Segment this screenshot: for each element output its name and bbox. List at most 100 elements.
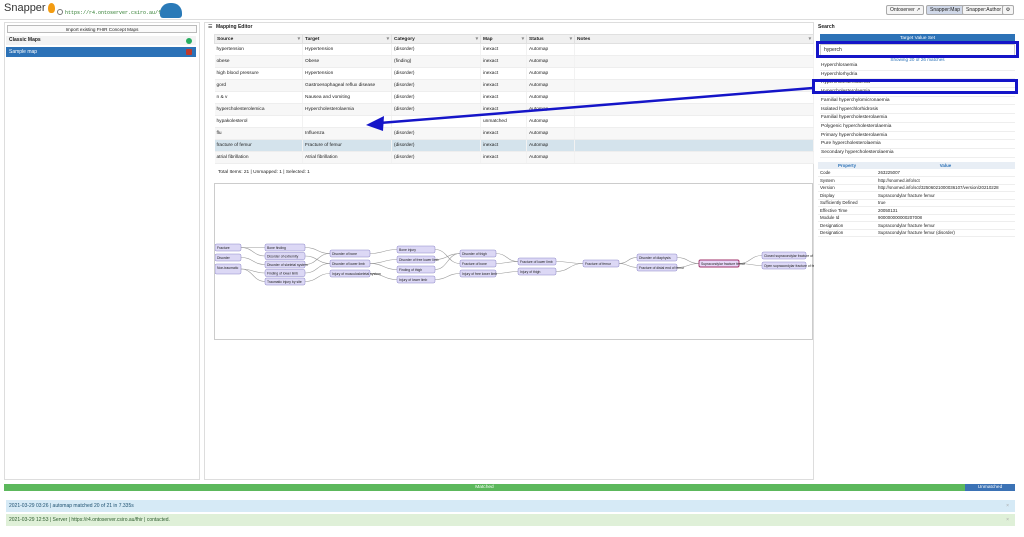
snapper-map-button[interactable]: Snapper:Map <box>926 5 965 15</box>
cell-source[interactable]: obese <box>214 55 303 68</box>
server-url[interactable]: https://r4.ontoserver.csiro.au/fhir <box>65 10 170 16</box>
cell-status[interactable]: Automap <box>526 67 575 80</box>
cell-map[interactable]: inexact <box>480 139 527 152</box>
cell-source[interactable]: gord <box>214 79 303 92</box>
graph-node[interactable]: Injury of musculoskeletal system <box>329 269 381 278</box>
cell-status[interactable]: Automap <box>526 139 575 152</box>
search-result-item[interactable]: Primary hypercholesterolaemia <box>820 132 1015 141</box>
graph-node[interactable]: Fracture of femur <box>582 259 620 268</box>
graph-node[interactable]: Closed supracondylar fracture of femur <box>761 251 823 260</box>
cell-notes[interactable] <box>574 43 814 56</box>
graph-node[interactable]: Fracture of bone <box>459 259 497 268</box>
menu-icon[interactable]: ☰ <box>208 24 212 30</box>
column-menu-icon[interactable]: ▾ <box>522 37 524 42</box>
cell-target[interactable]: Fracture of femur <box>302 139 392 152</box>
column-menu-icon[interactable]: ▾ <box>570 37 572 42</box>
graph-node[interactable]: Traumatic injury by site <box>264 277 306 286</box>
graph-node[interactable]: Disorder of skeletal system <box>264 260 308 269</box>
cell-map[interactable]: inexact <box>480 43 527 56</box>
import-fhir-maps-button[interactable]: Import existing FHIR Concept Maps <box>7 25 197 33</box>
graph-node[interactable]: Fracture <box>214 243 242 252</box>
graph-node[interactable]: Finding of lower limb <box>264 269 306 277</box>
graph-node[interactable]: Bone finding <box>264 243 306 252</box>
delete-map-icon[interactable] <box>186 49 192 55</box>
cell-source[interactable]: hypercholesterolemica <box>214 103 303 116</box>
cell-map[interactable]: inexact <box>480 151 527 164</box>
col-map[interactable]: Map ▾ <box>480 34 527 44</box>
search-result-item[interactable]: Hyperchloraemia <box>820 62 1015 71</box>
column-menu-icon[interactable]: ▾ <box>387 37 389 42</box>
ontoserver-button[interactable]: Ontoserver ↗ <box>886 5 925 15</box>
search-result-item[interactable]: Pure hypercholesterolaemia <box>820 140 1015 149</box>
search-result-item[interactable]: Secondary hypercholesterolaemia <box>820 149 1015 158</box>
cell-source[interactable]: fracture of femur <box>214 139 303 152</box>
table-row[interactable]: obese Obese (finding) inexact Automap <box>214 55 814 68</box>
cell-source[interactable]: n & v <box>214 91 303 104</box>
search-result-item[interactable]: Familial hyperchylomicronaemia <box>820 97 1015 106</box>
table-row[interactable]: atrial fibrillation Atrial fibrillation (d… <box>214 151 814 164</box>
search-result-item[interactable]: Polygenic hypercholesterolaemia <box>820 123 1015 132</box>
settings-gear-icon[interactable]: ⚙ <box>1002 5 1014 15</box>
cell-notes[interactable] <box>574 139 814 152</box>
search-result-item[interactable]: Familial hypercholesterolaemia <box>820 114 1015 123</box>
table-row[interactable]: fracture of femur Fracture of femur (disor… <box>214 139 814 152</box>
graph-node[interactable]: Disorder of free lower limb <box>396 255 439 264</box>
graph-node[interactable]: Open supracondylar fracture of femur <box>761 261 821 270</box>
graph-node[interactable]: Disorder of thigh <box>459 249 497 258</box>
close-icon[interactable]: × <box>1006 500 1009 512</box>
cell-category[interactable]: (finding) <box>391 55 481 68</box>
add-map-icon[interactable] <box>186 38 192 44</box>
col-source[interactable]: Source ▾ <box>214 34 303 44</box>
cell-category[interactable]: (disorder) <box>391 151 481 164</box>
cell-notes[interactable] <box>574 55 814 68</box>
cell-status[interactable]: Automap <box>526 55 575 68</box>
cell-map[interactable]: inexact <box>480 67 527 80</box>
cell-category[interactable]: (disorder) <box>391 139 481 152</box>
graph-node[interactable]: Injury of lower limb <box>396 275 436 284</box>
cell-source[interactable]: hypakolesterol <box>214 115 303 128</box>
cell-target[interactable]: Hypertension <box>302 43 392 56</box>
cell-source[interactable]: atrial fibrillation <box>214 151 303 164</box>
cell-source[interactable]: high blood pressure <box>214 67 303 80</box>
graph-node[interactable]: Finding of thigh <box>396 265 436 274</box>
graph-node[interactable]: Disorder of extremity <box>264 252 306 260</box>
graph-node[interactable]: Disorder of bone <box>329 249 371 258</box>
graph-node[interactable]: Injury of free lower limb <box>459 269 497 278</box>
cell-status[interactable]: Automap <box>526 151 575 164</box>
close-icon[interactable]: × <box>1006 514 1009 526</box>
graph-node[interactable]: Injury of thigh <box>517 267 557 276</box>
cell-notes[interactable] <box>574 67 814 80</box>
cell-category[interactable]: (disorder) <box>391 43 481 56</box>
column-menu-icon[interactable]: ▾ <box>298 37 300 42</box>
table-row[interactable]: hypertension Hypertension (disorder) inexac… <box>214 43 814 56</box>
graph-node[interactable]: Bone injury <box>396 245 436 254</box>
col-category[interactable]: Category ▾ <box>391 34 481 44</box>
search-result-item[interactable]: Isolated hyperchlorhidrosis <box>820 106 1015 115</box>
concept-graph-svg[interactable]: Fracture Disorder Non-traumatic Bone findin… <box>214 184 823 341</box>
cell-target[interactable]: Hypertension <box>302 67 392 80</box>
col-notes[interactable]: Notes ▾ <box>574 34 814 44</box>
graph-node[interactable]: Disorder of diaphysis <box>636 253 678 262</box>
column-menu-icon[interactable]: ▾ <box>476 37 478 42</box>
col-status[interactable]: Status ▾ <box>526 34 575 44</box>
cell-source[interactable]: flu <box>214 127 303 140</box>
col-target[interactable]: Target ▾ <box>302 34 392 44</box>
map-item-sample[interactable]: Sample map <box>6 47 196 57</box>
cell-source[interactable]: hypertension <box>214 43 303 56</box>
cell-status[interactable]: Automap <box>526 43 575 56</box>
graph-node[interactable]: Disorder of lower limb <box>329 259 371 268</box>
snapper-author-button[interactable]: Snapper:Author <box>962 5 1006 15</box>
graph-node[interactable]: Fracture of lower limb <box>517 257 557 266</box>
cell-notes[interactable] <box>574 151 814 164</box>
cell-category[interactable]: (disorder) <box>391 67 481 80</box>
cell-map[interactable]: inexact <box>480 55 527 68</box>
table-row[interactable]: high blood pressure Hypertension (disorder… <box>214 67 814 80</box>
graph-node[interactable]: Supracondylar fracture femur <box>698 259 746 268</box>
graph-node[interactable]: Non-traumatic <box>214 263 242 275</box>
cell-target[interactable]: Atrial fibrillation <box>302 151 392 164</box>
column-menu-icon[interactable]: ▾ <box>809 37 811 42</box>
cell-target[interactable]: Obese <box>302 55 392 68</box>
concept-graph[interactable]: Fracture Disorder Non-traumatic Bone findin… <box>214 183 823 341</box>
graph-node[interactable]: Fracture of distal end of femur <box>636 263 685 272</box>
graph-node[interactable]: Disorder <box>214 253 242 262</box>
